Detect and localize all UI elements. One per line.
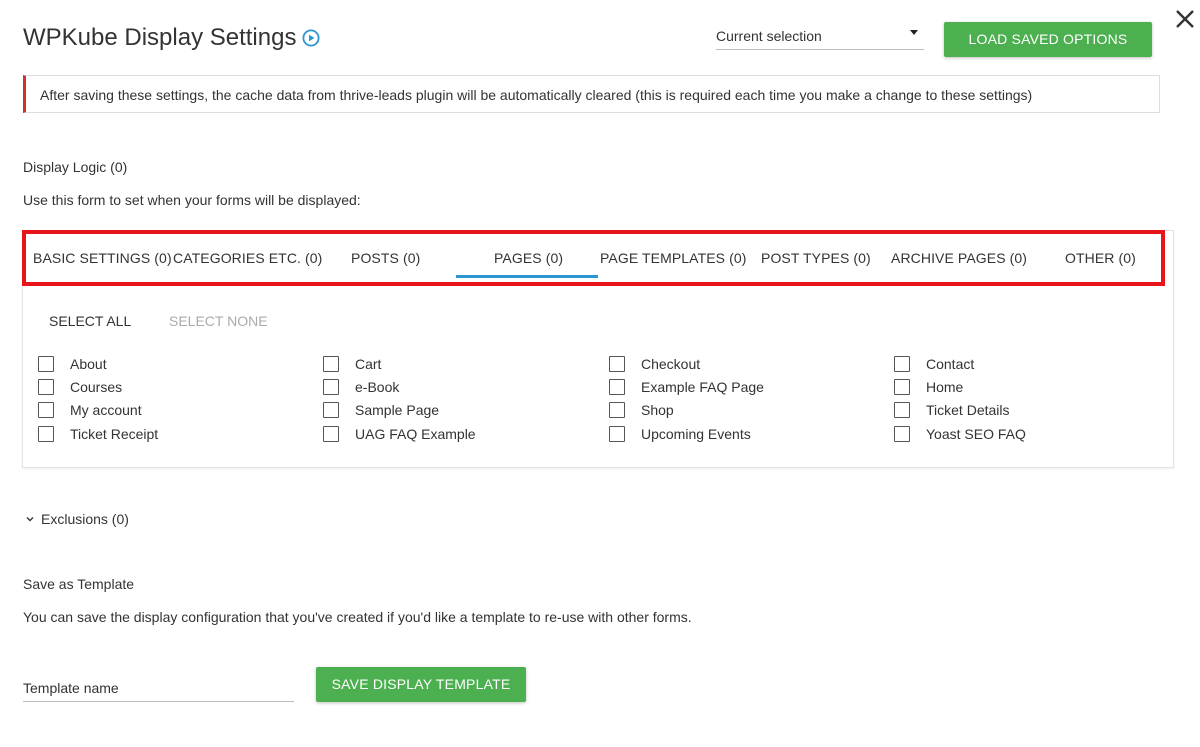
page-checkbox-label: Ticket Receipt	[70, 426, 159, 442]
page-checkbox-item[interactable]: e-Book	[323, 377, 399, 397]
selection-dropdown[interactable]: Current selection	[716, 24, 924, 50]
tabs-highlight-frame	[22, 230, 1165, 286]
page-checkbox-label: My account	[70, 402, 142, 418]
page-checkbox-label: About	[70, 356, 107, 372]
page-title-text: WPKube Display Settings	[23, 24, 297, 51]
checkbox[interactable]	[323, 402, 339, 418]
page-checkbox-label: UAG FAQ Example	[355, 426, 476, 442]
page-checkbox-item[interactable]: Cart	[323, 354, 381, 374]
page-checkbox-item[interactable]: Checkout	[609, 354, 700, 374]
checkbox[interactable]	[323, 379, 339, 395]
checkbox[interactable]	[894, 426, 910, 442]
page-checkbox-item[interactable]: Example FAQ Page	[609, 377, 764, 397]
checkbox[interactable]	[38, 426, 54, 442]
page-checkbox-label: Upcoming Events	[641, 426, 751, 442]
checkbox[interactable]	[38, 402, 54, 418]
select-none-button[interactable]: SELECT NONE	[169, 313, 268, 329]
page-checkbox-label: Home	[926, 379, 964, 395]
page-checkbox-label: Sample Page	[355, 402, 440, 418]
checkbox[interactable]	[38, 356, 54, 372]
page-checkbox-label: Checkout	[641, 356, 701, 372]
page-checkbox-item[interactable]: My account	[38, 400, 142, 420]
page-checkbox-label: e-Book	[355, 379, 400, 395]
page-checkbox-label: Courses	[70, 379, 123, 395]
caret-down-icon	[910, 30, 918, 35]
selection-dropdown-value: Current selection	[716, 28, 822, 44]
chevron-down-icon	[26, 517, 34, 522]
page-checkbox-label: Ticket Details	[926, 402, 1010, 418]
template-name-input[interactable]: Template name	[23, 676, 294, 702]
checkbox[interactable]	[323, 356, 339, 372]
page-checkbox-label: Yoast SEO FAQ	[926, 426, 1026, 442]
load-saved-options-button[interactable]: LOAD SAVED OPTIONS	[944, 22, 1152, 57]
checkbox[interactable]	[894, 402, 910, 418]
select-all-button[interactable]: SELECT ALL	[49, 313, 131, 329]
save-template-heading: Save as Template	[23, 576, 135, 592]
page-checkbox-item[interactable]: Shop	[609, 400, 674, 420]
checkbox[interactable]	[38, 379, 54, 395]
checkbox[interactable]	[323, 426, 339, 442]
page-checkbox-item[interactable]: Yoast SEO FAQ	[894, 424, 1026, 444]
page-checkbox-item[interactable]: Home	[894, 377, 963, 397]
checkbox[interactable]	[609, 356, 625, 372]
page-checkbox-item[interactable]: Sample Page	[323, 400, 439, 420]
save-template-description: You can save the display configuration t…	[23, 609, 692, 625]
page-checkbox-item[interactable]: UAG FAQ Example	[323, 424, 476, 444]
page-title: WPKube Display Settings	[23, 24, 320, 52]
checkbox[interactable]	[609, 426, 625, 442]
display-logic-description: Use this form to set when your forms wil…	[23, 192, 361, 208]
page-checkbox-label: Cart	[355, 356, 382, 372]
checkbox[interactable]	[609, 402, 625, 418]
cache-notice: After saving these settings, the cache d…	[23, 75, 1160, 113]
play-circle-icon[interactable]	[302, 29, 320, 47]
exclusions-toggle[interactable]: Exclusions (0)	[25, 511, 129, 527]
page-checkbox-item[interactable]: Upcoming Events	[609, 424, 751, 444]
save-display-template-button[interactable]: SAVE DISPLAY TEMPLATE	[316, 667, 526, 702]
checkbox[interactable]	[894, 379, 910, 395]
page-checkbox-item[interactable]: Ticket Details	[894, 400, 1010, 420]
page-checkbox-label: Shop	[641, 402, 674, 418]
page-checkbox-item[interactable]: Courses	[38, 377, 122, 397]
page-checkbox-item[interactable]: About	[38, 354, 107, 374]
page-checkbox-item[interactable]: Contact	[894, 354, 974, 374]
display-logic-heading: Display Logic (0)	[23, 159, 128, 175]
checkbox[interactable]	[894, 356, 910, 372]
checkbox[interactable]	[609, 379, 625, 395]
page-checkbox-label: Example FAQ Page	[641, 379, 764, 395]
close-icon[interactable]	[1172, 6, 1198, 32]
exclusions-label: Exclusions (0)	[41, 511, 129, 527]
page-checkbox-label: Contact	[926, 356, 975, 372]
page-checkbox-item[interactable]: Ticket Receipt	[38, 424, 158, 444]
